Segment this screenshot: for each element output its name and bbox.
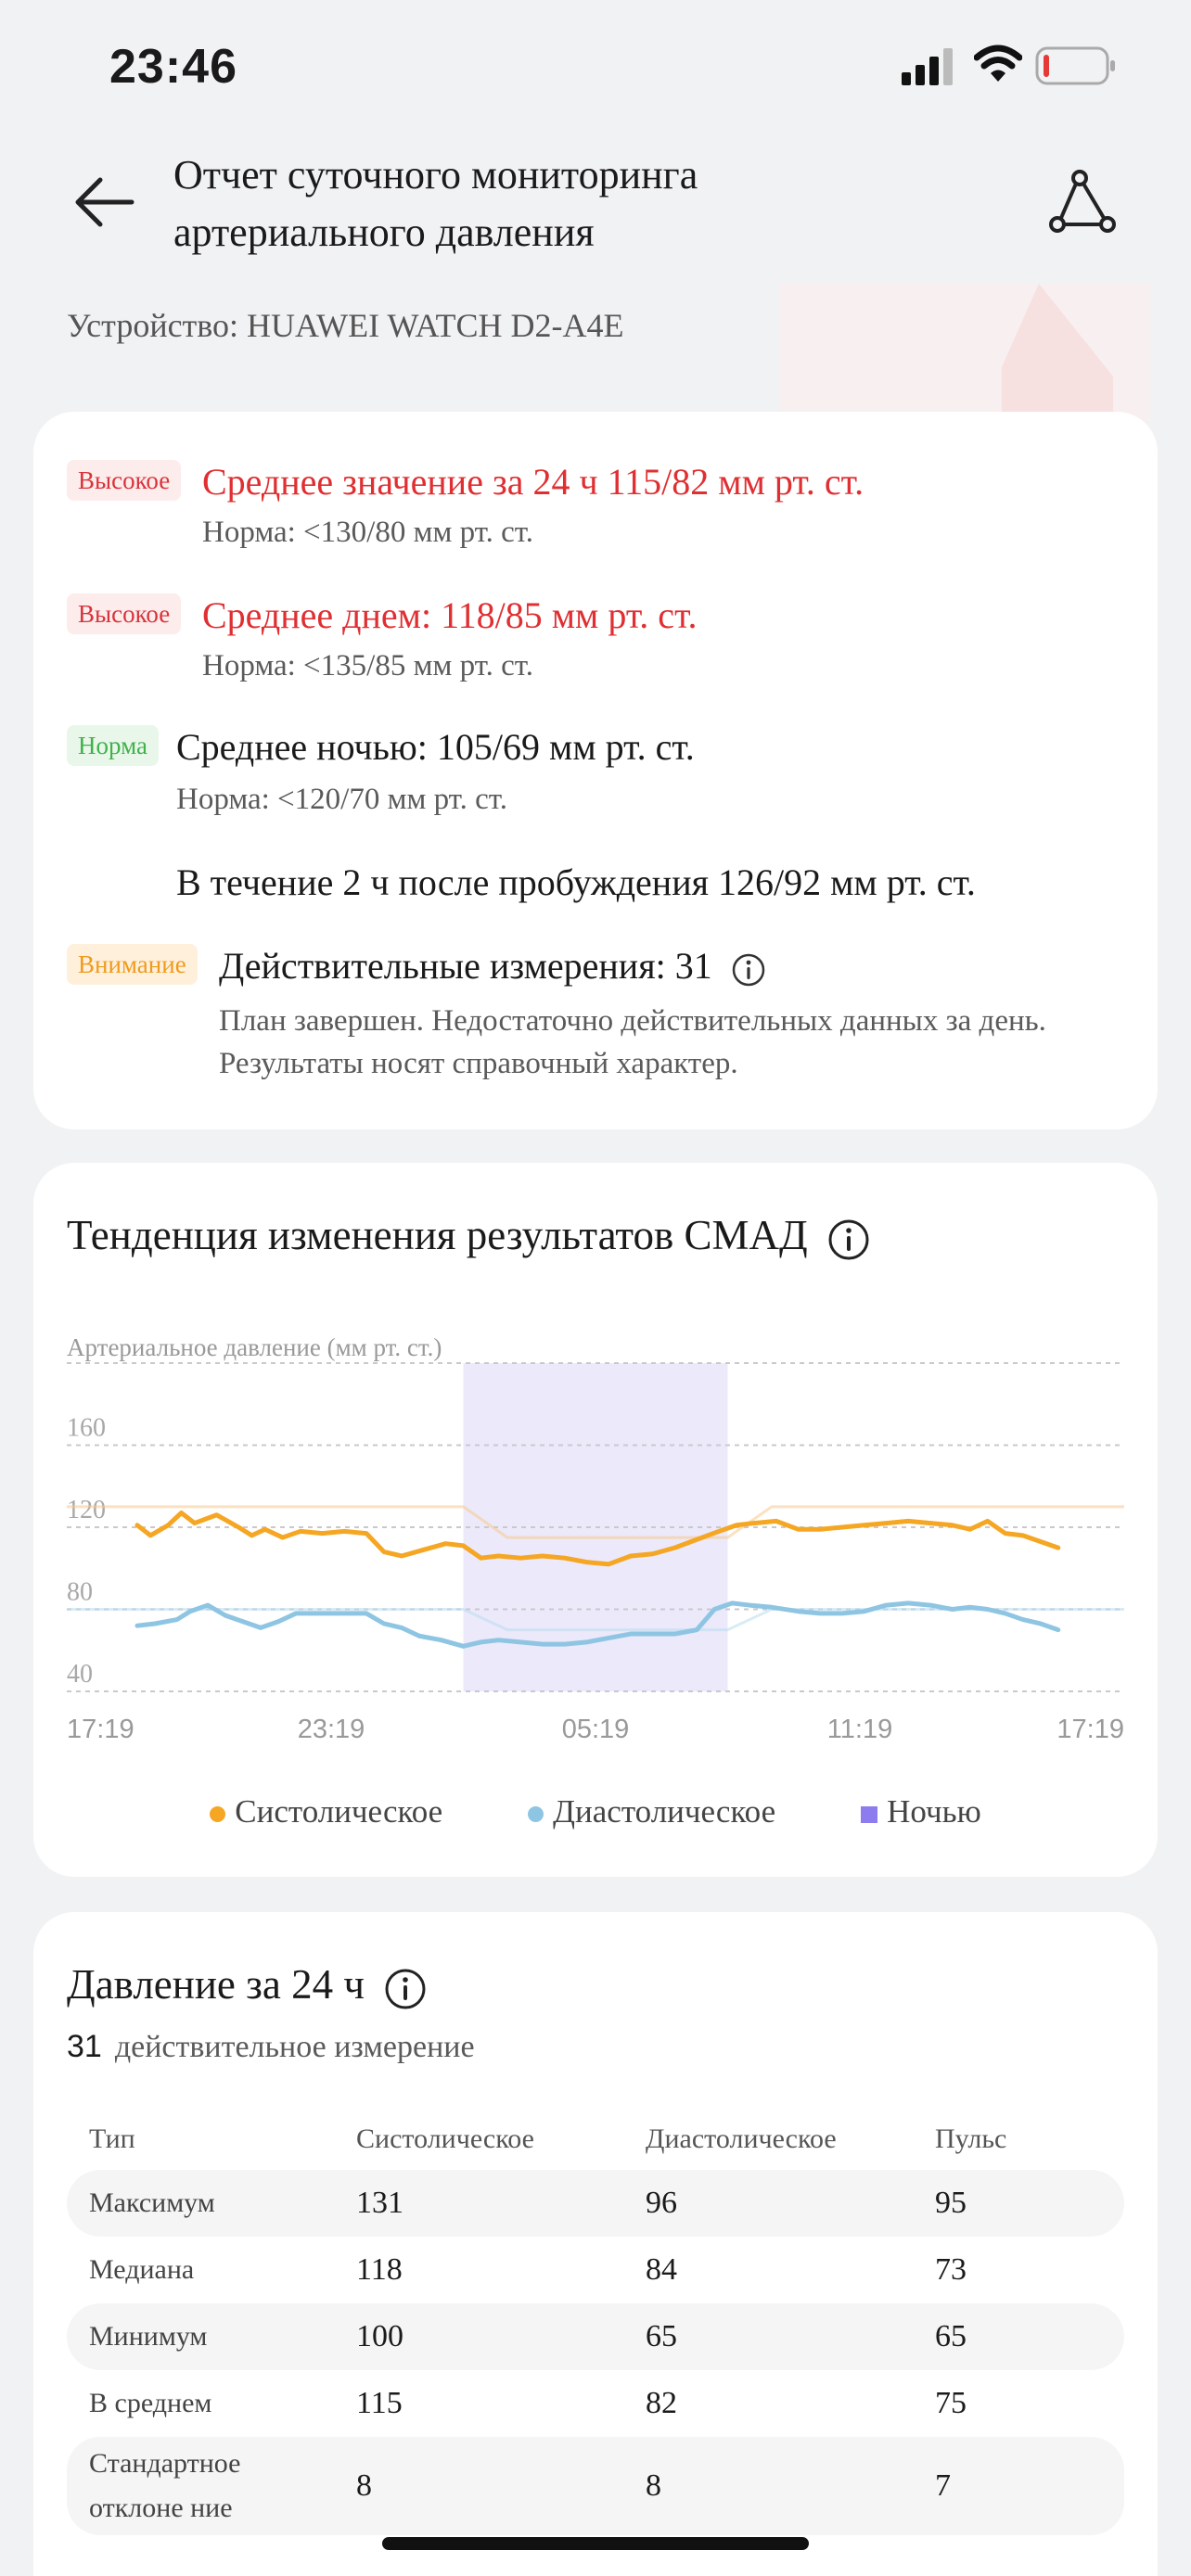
back-arrow-icon[interactable] bbox=[70, 169, 137, 236]
count-value: 31 bbox=[67, 2029, 102, 2064]
status-badge-high: Высокое bbox=[67, 460, 182, 501]
row-label: Медиана bbox=[89, 2254, 195, 2285]
legend-label: Систолическое bbox=[235, 1793, 443, 1830]
table-row: Максимум 131 96 95 bbox=[67, 2170, 1124, 2237]
legend-diastolic: Диастолическое bbox=[528, 1793, 775, 1830]
avg-night-norm: Норма: <120/70 мм рт. ст. bbox=[176, 783, 507, 816]
info-icon[interactable] bbox=[731, 952, 766, 988]
valid-note: План завершен. Недостаточно действительн… bbox=[219, 1000, 1046, 1085]
home-indicator bbox=[382, 2537, 809, 2550]
legend-night: Ночью bbox=[861, 1793, 981, 1830]
table-cell: 73 bbox=[935, 2252, 967, 2287]
avg-day-norm: Норма: <135/85 мм рт. ст. bbox=[202, 649, 533, 682]
status-badge-normal: Норма bbox=[67, 725, 159, 766]
table-cell: 100 bbox=[356, 2303, 646, 2370]
column-header: Тип bbox=[89, 2123, 135, 2154]
table-row: В среднем 115 82 75 bbox=[67, 2370, 1124, 2437]
after-wake-value: В течение 2 ч после пробуждения 126/92 м… bbox=[176, 861, 976, 903]
table-cell: 8 bbox=[646, 2437, 935, 2535]
pressure-table: Тип Систолическое Диастолическое Пульс М… bbox=[67, 2109, 1124, 2535]
column-header: Диастолическое bbox=[646, 2123, 837, 2154]
status-time: 23:46 bbox=[109, 40, 237, 94]
valid-measurements: Действительные измерения: 31 bbox=[219, 944, 766, 988]
table-header-row: Тип Систолическое Диастолическое Пульс bbox=[67, 2109, 1124, 2170]
count-text: действительное измерение bbox=[114, 2030, 475, 2064]
bp-trend-chart: Артериальное давление (мм рт. ст.) 40 80 12… bbox=[67, 1333, 1124, 1744]
info-icon[interactable] bbox=[827, 1218, 870, 1261]
valid-measurements-text: Действительные измерения: 31 bbox=[219, 945, 712, 987]
x-tick-label: 23:19 bbox=[298, 1715, 365, 1744]
table-cell: 82 bbox=[646, 2386, 677, 2420]
info-icon[interactable] bbox=[384, 1968, 427, 2010]
title-line-2: артериального давления bbox=[173, 210, 595, 255]
battery-low-icon bbox=[1035, 46, 1115, 85]
column-header: Пульс bbox=[935, 2123, 1007, 2154]
table-cell: 96 bbox=[646, 2170, 935, 2237]
legend-label: Диастолическое bbox=[553, 1793, 776, 1830]
table-title-text: Давление за 24 ч bbox=[67, 1961, 365, 2008]
legend-label: Ночью bbox=[887, 1793, 981, 1830]
valid-note-line-2: Результаты носят справочный характер. bbox=[219, 1047, 738, 1080]
device-label: Устройство: HUAWEI WATCH D2-A4E bbox=[67, 307, 624, 344]
table-card-title: Давление за 24 ч bbox=[67, 1960, 427, 2010]
y-tick-label: 80 bbox=[67, 1578, 93, 1607]
table-row: Медиана 118 84 73 bbox=[67, 2237, 1124, 2303]
avg-24h-value: Среднее значение за 24 ч 115/82 мм рт. с… bbox=[202, 461, 864, 503]
table-cell: 95 bbox=[935, 2170, 1124, 2237]
y-tick-label: 40 bbox=[67, 1660, 93, 1689]
row-label: Стандартное отклоне ние bbox=[67, 2437, 356, 2535]
chart-legend: Систолическое Диастолическое Ночью bbox=[33, 1793, 1158, 1830]
page-title: Отчет суточного мониторинга артериальног… bbox=[173, 147, 990, 261]
wifi-icon bbox=[974, 45, 1022, 82]
legend-systolic: Систолическое bbox=[210, 1793, 442, 1830]
trend-title: Тенденция изменения результатов СМАД bbox=[67, 1211, 870, 1261]
table-cell: 65 bbox=[646, 2303, 935, 2370]
x-tick-label: 17:19 bbox=[67, 1715, 134, 1744]
background-decoration bbox=[779, 284, 1150, 423]
y-tick-label: 160 bbox=[67, 1414, 106, 1443]
share-icon[interactable] bbox=[1048, 169, 1117, 237]
row-label: Максимум bbox=[67, 2170, 356, 2237]
table-cell: 118 bbox=[356, 2252, 403, 2287]
pressure-24h-card: Давление за 24 ч 31 действительное измере… bbox=[33, 1912, 1158, 2576]
table-cell: 75 bbox=[935, 2386, 967, 2420]
table-row: Стандартное отклоне ние 8 8 7 bbox=[67, 2437, 1124, 2535]
x-tick-label: 17:19 bbox=[1057, 1715, 1124, 1744]
legend-dot-systolic bbox=[210, 1806, 226, 1823]
table-row: Минимум 100 65 65 bbox=[67, 2303, 1124, 2370]
status-bar: 23:46 bbox=[0, 0, 1191, 139]
avg-24h-norm: Норма: <130/80 мм рт. ст. bbox=[202, 516, 533, 549]
y-axis-label: Артериальное давление (мм рт. ст.) bbox=[67, 1333, 442, 1361]
y-tick-label: 120 bbox=[67, 1496, 106, 1524]
table-cell: 84 bbox=[646, 2252, 677, 2287]
cellular-signal-icon bbox=[902, 48, 953, 85]
x-tick-label: 05:19 bbox=[562, 1715, 630, 1744]
trend-title-text: Тенденция изменения результатов СМАД bbox=[67, 1212, 808, 1258]
table-cell: 65 bbox=[935, 2303, 1124, 2370]
avg-day-value: Среднее днем: 118/85 мм рт. ст. bbox=[202, 594, 698, 636]
legend-square-night bbox=[861, 1805, 878, 1823]
status-badge-warning: Внимание bbox=[67, 944, 198, 985]
table-cell: 8 bbox=[356, 2437, 646, 2535]
legend-dot-diastolic bbox=[528, 1806, 544, 1823]
x-tick-label: 11:19 bbox=[827, 1715, 892, 1744]
row-label: Минимум bbox=[67, 2303, 356, 2370]
table-cell: 131 bbox=[356, 2170, 646, 2237]
title-line-1: Отчет суточного мониторинга bbox=[173, 152, 698, 198]
measurement-count: 31 действительное измерение bbox=[67, 2029, 475, 2065]
column-header: Систолическое bbox=[356, 2123, 534, 2154]
table-cell: 7 bbox=[935, 2437, 1124, 2535]
valid-note-line-1: План завершен. Недостаточно действительн… bbox=[219, 1004, 1046, 1038]
summary-card: Высокое Среднее значение за 24 ч 115/82 … bbox=[33, 412, 1158, 1129]
row-label: В среднем bbox=[89, 2388, 212, 2418]
table-cell: 115 bbox=[356, 2386, 403, 2420]
status-badge-high: Высокое bbox=[67, 593, 182, 634]
trend-card: Тенденция изменения результатов СМАД Арт… bbox=[33, 1163, 1158, 1877]
avg-night-value: Среднее ночью: 105/69 мм рт. ст. bbox=[176, 726, 695, 768]
